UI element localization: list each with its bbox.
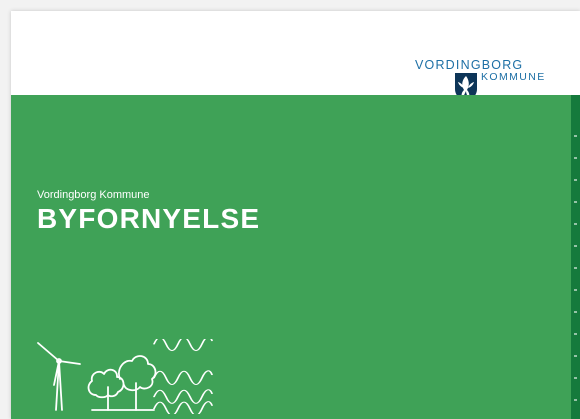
logo-text-kommune: KOMMUNE [481, 71, 546, 83]
document-page: VORDINGBORG KOMMUNE Vordingborg Kommune … [11, 11, 580, 419]
cover-title: BYFORNYELSE [37, 203, 261, 234]
next-page-edge [571, 95, 580, 419]
waves-icon [153, 339, 213, 414]
cover-illustration [37, 339, 213, 414]
trees-icon [87, 355, 157, 411]
logo-text-vordingborg: VORDINGBORG [415, 58, 524, 72]
wind-turbine-icon [37, 342, 81, 411]
cover-subtitle: Vordingborg Kommune [37, 189, 150, 201]
edge-marks [574, 135, 577, 415]
cover-green-panel: Vordingborg Kommune BYFORNYELSE [11, 95, 571, 419]
